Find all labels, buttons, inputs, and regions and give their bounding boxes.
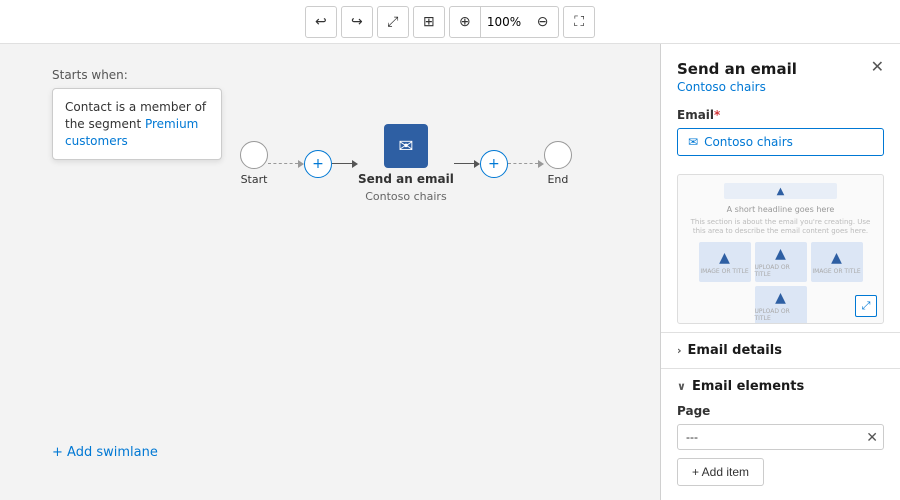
zoom-control: ⊕ 100% ⊖ xyxy=(449,6,559,38)
email-node[interactable]: ✉ Send an email Contoso chairs xyxy=(358,124,454,203)
email-elements-label: Email elements xyxy=(692,379,804,394)
email-preview: ▲ A short headline goes here This sectio… xyxy=(677,174,884,324)
zoom-in-button[interactable]: ⊕ xyxy=(449,6,481,38)
add-swimlane-button[interactable]: + Add swimlane xyxy=(52,445,158,460)
preview-img-1: ▲ IMAGE OR TITLE xyxy=(699,242,751,282)
start-label: Start xyxy=(241,173,268,186)
zoom-out-button[interactable]: ⊖ xyxy=(527,6,559,38)
add-item-button[interactable]: + Add item xyxy=(677,458,764,486)
preview-img-icon-2: ▲ xyxy=(775,246,786,262)
zoom-level: 100% xyxy=(481,6,527,38)
preview-expand-button[interactable]: ⤢ xyxy=(855,295,877,317)
email-selector[interactable]: ✉ Contoso chairs xyxy=(677,128,884,156)
preview-images: ▲ IMAGE OR TITLE ▲ UPLOAD OR TITLE ▲ IMA… xyxy=(686,242,875,324)
toolbar: ↩ ↪ ⤢ ⊞ ⊕ 100% ⊖ ⛶ xyxy=(0,0,900,44)
panel-close-button[interactable]: ✕ xyxy=(871,60,884,76)
canvas: Starts when: Contact is a member of the … xyxy=(0,44,660,500)
preview-img-icon-1: ▲ xyxy=(719,250,730,266)
map-button[interactable]: ⊞ xyxy=(413,6,445,38)
add-circle-1[interactable]: + xyxy=(304,150,332,178)
connector-4 xyxy=(508,160,544,168)
trigger-box: Contact is a member of the segment Premi… xyxy=(52,88,222,160)
page-input-wrapper: ✕ xyxy=(677,424,884,450)
panel-subtitle[interactable]: Contoso chairs xyxy=(677,80,797,94)
email-details-label: Email details xyxy=(688,343,782,358)
preview-headline: A short headline goes here xyxy=(686,205,875,214)
preview-body: This section is about the email you're c… xyxy=(686,218,875,236)
panel-title-area: Send an email Contoso chairs xyxy=(677,60,797,94)
panel-header: Send an email Contoso chairs ✕ xyxy=(661,44,900,98)
page-clear-button[interactable]: ✕ xyxy=(866,430,878,444)
email-details-header[interactable]: › Email details xyxy=(677,343,884,358)
connector-3 xyxy=(454,160,480,168)
preview-img-label-1: IMAGE OR TITLE xyxy=(700,268,748,275)
preview-img-label-4: UPLOAD OR TITLE xyxy=(755,308,807,322)
start-circle xyxy=(240,141,268,169)
preview-img-2: ▲ UPLOAD OR TITLE xyxy=(755,242,807,282)
connector-2 xyxy=(332,160,358,168)
email-elements-chevron: ∨ xyxy=(677,380,686,393)
end-label: End xyxy=(547,173,568,186)
preview-header-img: ▲ xyxy=(724,183,837,199)
main-content: Starts when: Contact is a member of the … xyxy=(0,44,900,500)
email-elements-section: ∨ Email elements Page ✕ + Add item xyxy=(661,368,900,496)
connector-1 xyxy=(268,160,304,168)
envelope-icon: ✉ xyxy=(688,135,698,149)
preview-img-icon-4: ▲ xyxy=(775,290,786,306)
add-node-2[interactable]: + xyxy=(480,150,508,178)
undo-button[interactable]: ↩ xyxy=(305,6,337,38)
end-circle xyxy=(544,141,572,169)
preview-img-3: ▲ IMAGE OR TITLE xyxy=(811,242,863,282)
panel-title: Send an email xyxy=(677,60,797,78)
email-selector-value: Contoso chairs xyxy=(704,135,793,149)
add-node-1[interactable]: + xyxy=(304,150,332,178)
email-details-chevron: › xyxy=(677,344,682,357)
starts-when-label: Starts when: xyxy=(52,68,128,82)
email-details-section: › Email details xyxy=(661,332,900,368)
email-field-section: Email* ✉ Contoso chairs xyxy=(661,98,900,166)
page-field-label: Page xyxy=(677,404,884,418)
email-field-label: Email* xyxy=(677,108,884,122)
start-node: Start xyxy=(240,141,268,186)
email-icon-box[interactable]: ✉ xyxy=(384,124,428,168)
fullscreen-button[interactable]: ⛶ xyxy=(563,6,595,38)
expand-button[interactable]: ⤢ xyxy=(377,6,409,38)
page-input[interactable] xyxy=(677,424,884,450)
redo-button[interactable]: ↪ xyxy=(341,6,373,38)
preview-img-label-2: UPLOAD OR TITLE xyxy=(755,264,807,278)
email-node-title: Send an email xyxy=(358,172,454,186)
add-circle-2[interactable]: + xyxy=(480,150,508,178)
email-node-sub: Contoso chairs xyxy=(365,190,446,203)
preview-inner: ▲ A short headline goes here This sectio… xyxy=(678,175,883,324)
flow-diagram: Start + ✉ Send an email Contoso chairs xyxy=(240,124,572,203)
preview-img-icon-3: ▲ xyxy=(831,250,842,266)
preview-img-4: ▲ UPLOAD OR TITLE xyxy=(755,286,807,324)
email-elements-body: Page ✕ + Add item xyxy=(677,394,884,486)
end-node: End xyxy=(544,141,572,186)
preview-img-label-3: IMAGE OR TITLE xyxy=(812,268,860,275)
right-panel: Send an email Contoso chairs ✕ Email* ✉ … xyxy=(660,44,900,500)
email-elements-header[interactable]: ∨ Email elements xyxy=(677,379,884,394)
